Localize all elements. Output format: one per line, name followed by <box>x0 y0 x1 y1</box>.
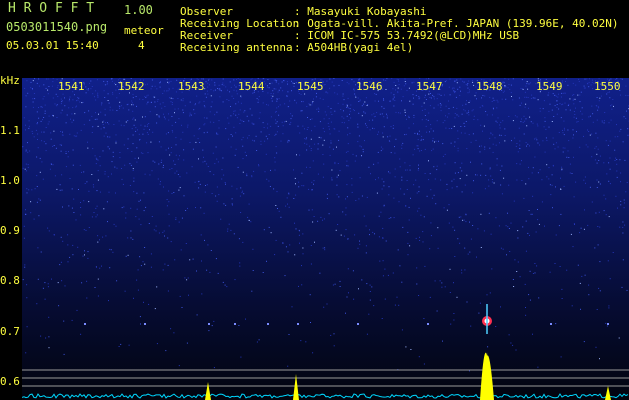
y-tick-label: 1.1 <box>0 124 20 137</box>
echo-dot <box>267 323 269 325</box>
echo-dot <box>84 323 86 325</box>
info-key-antenna: Receiving antenna <box>180 41 293 54</box>
y-tick-label: 0.7 <box>0 325 20 338</box>
y-tick-label: 0.9 <box>0 224 20 237</box>
x-tick-label: 1548 <box>476 80 503 93</box>
app-name: H R O F F T <box>8 1 95 16</box>
echo-dot <box>357 323 359 325</box>
x-tick-label: 1549 <box>536 80 563 93</box>
y-axis-unit: kHz <box>0 74 20 87</box>
echo-dot <box>208 323 210 325</box>
info-value-antenna: : A504HB(yagi 4el) <box>294 41 414 54</box>
spectrogram-canvas <box>22 78 629 400</box>
x-tick-label: 1541 <box>58 80 85 93</box>
echo-dot <box>297 323 299 325</box>
y-tick-label: 1.0 <box>0 174 20 187</box>
echo-dot <box>234 323 236 325</box>
echo-dot <box>550 323 552 325</box>
x-tick-label: 1546 <box>356 80 383 93</box>
app-version: 1.00 <box>124 3 153 17</box>
echo-dot <box>144 323 146 325</box>
y-tick-label: 0.6 <box>0 375 20 388</box>
image-filename: 0503011540.png <box>6 20 108 34</box>
x-tick-label: 1543 <box>178 80 205 93</box>
echo-dot <box>427 323 429 325</box>
x-tick-label: 1545 <box>297 80 324 93</box>
y-tick-label: 0.8 <box>0 274 20 287</box>
x-tick-label: 1542 <box>118 80 145 93</box>
meteor-count: 4 <box>138 39 145 52</box>
echo-dot <box>607 323 609 325</box>
x-tick-label: 1547 <box>416 80 443 93</box>
x-tick-label: 1544 <box>238 80 265 93</box>
header-panel: H R O F F T 1.00 0503011540.png meteor 0… <box>0 0 629 74</box>
meteor-label: meteor <box>124 24 164 37</box>
capture-datetime: 05.03.01 15:40 <box>6 39 99 52</box>
y-axis: kHz 1.1 1.0 0.9 0.8 0.7 0.6 <box>0 74 22 400</box>
x-tick-label: 1550 <box>594 80 621 93</box>
